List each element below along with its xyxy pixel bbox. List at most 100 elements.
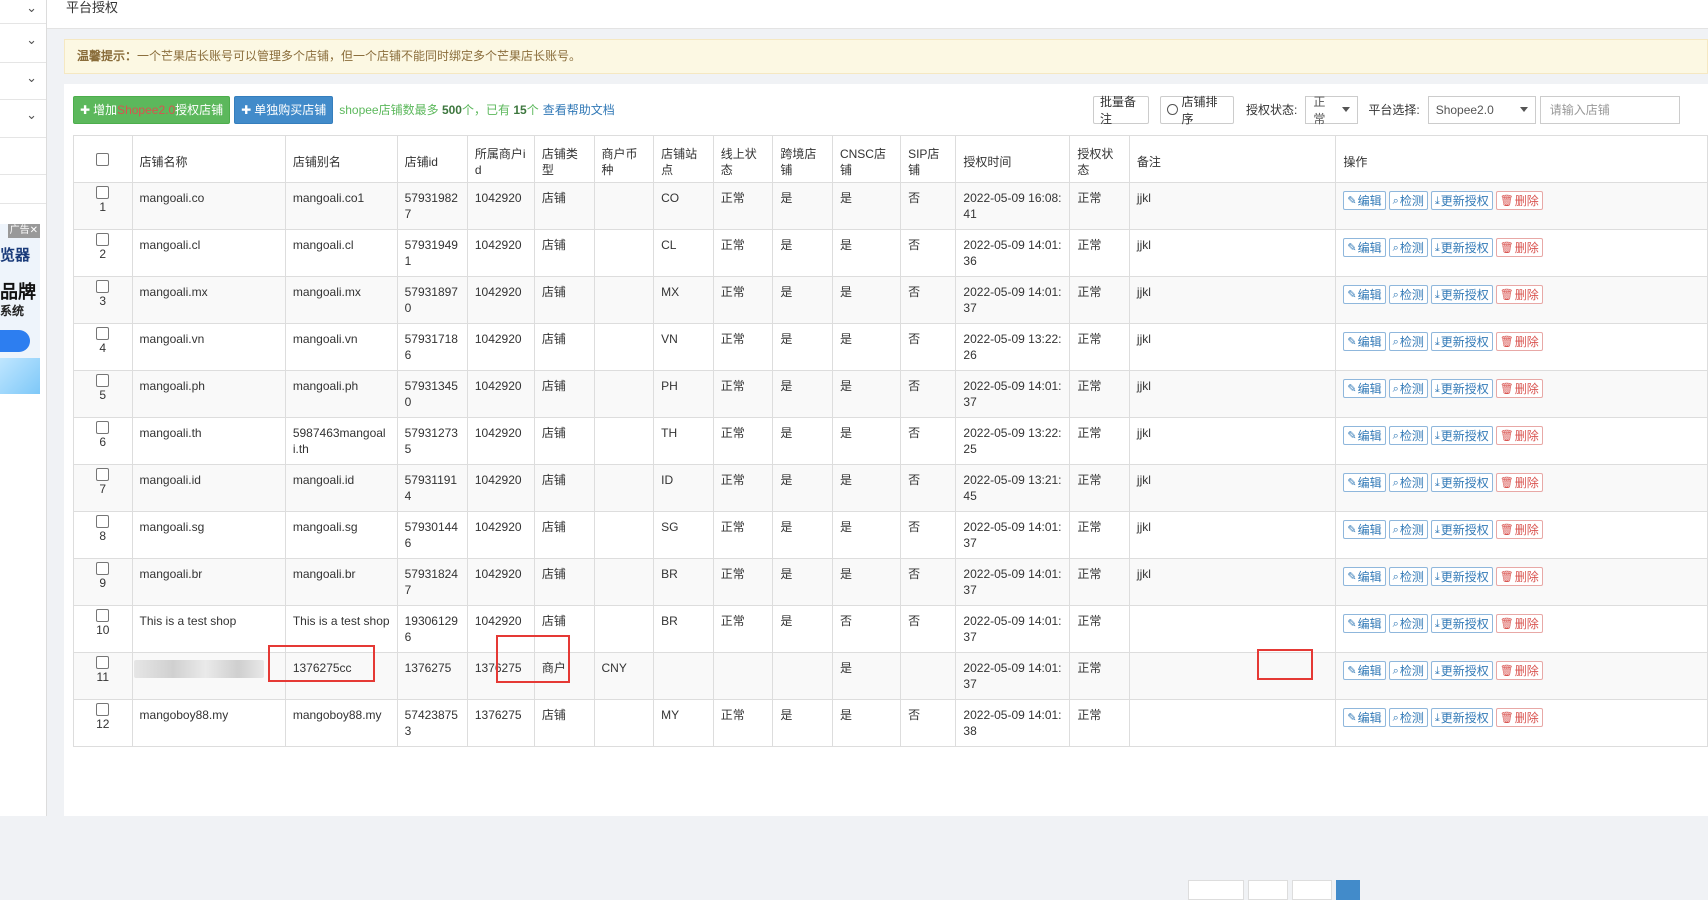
renew-auth-button[interactable]: ⤓ 更新授权: [1430, 520, 1493, 539]
download-icon: ⤓: [1434, 617, 1440, 630]
edit-button[interactable]: ✎ 编辑: [1343, 238, 1386, 257]
delete-button[interactable]: 🗑 删除: [1495, 520, 1543, 539]
delete-button[interactable]: 🗑 删除: [1495, 473, 1543, 492]
cell-sip: 否: [900, 605, 957, 653]
help-doc-link[interactable]: 查看帮助文档: [543, 101, 615, 118]
delete-button[interactable]: 🗑 删除: [1495, 426, 1543, 445]
edit-button[interactable]: ✎ 编辑: [1343, 426, 1386, 445]
renew-auth-button[interactable]: ⤓ 更新授权: [1430, 426, 1493, 445]
row-select-cell: 4: [73, 323, 133, 371]
sidebar-menu-item[interactable]: [0, 138, 46, 175]
breadcrumb[interactable]: 平台授权: [66, 0, 118, 16]
row-checkbox[interactable]: [96, 185, 110, 199]
platform-select[interactable]: Shopee2.0: [1427, 95, 1536, 124]
row-checkbox[interactable]: [96, 232, 110, 246]
row-checkbox[interactable]: [96, 420, 110, 434]
row-checkbox[interactable]: [96, 373, 110, 387]
check-button[interactable]: ⌕ 检测: [1388, 708, 1428, 727]
check-button[interactable]: ⌕ 检测: [1388, 379, 1428, 398]
ad-button[interactable]: [0, 330, 30, 352]
edit-button[interactable]: ✎ 编辑: [1343, 379, 1386, 398]
check-button[interactable]: ⌕ 检测: [1388, 332, 1428, 351]
pagination-item[interactable]: [1248, 880, 1288, 900]
sidebar-menu-item[interactable]: ⌄: [0, 0, 46, 24]
ad-graphic: [0, 358, 40, 394]
row-index: 2: [99, 247, 107, 261]
edit-button[interactable]: ✎ 编辑: [1343, 708, 1386, 727]
row-index: 10: [96, 623, 110, 637]
check-button[interactable]: ⌕ 检测: [1388, 614, 1428, 633]
ad-tag[interactable]: 广告✕: [7, 224, 40, 238]
close-icon[interactable]: ✕: [30, 225, 38, 236]
check-button[interactable]: ⌕ 检测: [1388, 191, 1428, 210]
delete-button[interactable]: 🗑 删除: [1495, 285, 1543, 304]
row-checkbox[interactable]: [96, 279, 110, 293]
cell-cross: [772, 652, 833, 700]
pagination-item[interactable]: [1292, 880, 1332, 900]
row-checkbox[interactable]: [96, 702, 110, 716]
check-button[interactable]: ⌕ 检测: [1388, 426, 1428, 445]
renew-auth-button[interactable]: ⤓ 更新授权: [1430, 661, 1493, 680]
delete-button[interactable]: 🗑 删除: [1495, 191, 1543, 210]
row-checkbox[interactable]: [96, 467, 110, 481]
delete-button[interactable]: 🗑 删除: [1495, 332, 1543, 351]
edit-button[interactable]: ✎ 编辑: [1343, 661, 1386, 680]
delete-button[interactable]: 🗑 删除: [1495, 708, 1543, 727]
buy-shop-button[interactable]: ✚ 单独购买店铺: [234, 95, 334, 124]
row-checkbox[interactable]: [96, 655, 110, 669]
trash-icon: 🗑: [1499, 476, 1514, 489]
blurred-text: [133, 660, 264, 678]
cell-ops: ✎ 编辑 ⌕ 检测 ⤓ 更新授权 🗑 删除: [1335, 276, 1708, 324]
edit-button[interactable]: ✎ 编辑: [1343, 567, 1386, 586]
shop-sort-button[interactable]: 店铺排序: [1160, 95, 1234, 126]
check-button[interactable]: ⌕ 检测: [1388, 520, 1428, 539]
delete-button[interactable]: 🗑 删除: [1495, 379, 1543, 398]
check-button[interactable]: ⌕ 检测: [1388, 285, 1428, 304]
cell-site: TH: [653, 417, 714, 465]
delete-button[interactable]: 🗑 删除: [1495, 567, 1543, 586]
cell-ops: ✎ 编辑 ⌕ 检测 ⤓ 更新授权 🗑 删除: [1335, 464, 1708, 512]
edit-button[interactable]: ✎ 编辑: [1343, 332, 1386, 351]
row-checkbox[interactable]: [96, 608, 110, 622]
sidebar-ad-banner[interactable]: 广告✕ 览器 品牌 系统: [0, 224, 40, 394]
renew-auth-button[interactable]: ⤓ 更新授权: [1430, 238, 1493, 257]
renew-auth-button[interactable]: ⤓ 更新授权: [1430, 473, 1493, 492]
row-checkbox[interactable]: [96, 561, 110, 575]
edit-button[interactable]: ✎ 编辑: [1343, 191, 1386, 210]
renew-auth-button[interactable]: ⤓ 更新授权: [1430, 614, 1493, 633]
edit-button[interactable]: ✎ 编辑: [1343, 285, 1386, 304]
sidebar-menu-item[interactable]: ⌄: [0, 24, 46, 63]
sidebar-menu-item[interactable]: ⌄: [0, 63, 46, 100]
cell-cnsc: 是: [831, 276, 902, 324]
pagination-item[interactable]: [1188, 880, 1244, 900]
check-button[interactable]: ⌕ 检测: [1388, 473, 1428, 492]
shop-search-input[interactable]: 请输入店铺: [1539, 95, 1680, 124]
sidebar-menu-item[interactable]: ⌄: [0, 100, 46, 138]
select-all-checkbox[interactable]: [96, 153, 110, 167]
check-button[interactable]: ⌕ 检测: [1388, 238, 1428, 257]
check-button[interactable]: ⌕ 检测: [1388, 567, 1428, 586]
delete-button[interactable]: 🗑 删除: [1495, 238, 1543, 257]
renew-auth-button[interactable]: ⤓ 更新授权: [1430, 567, 1493, 586]
col-header-id: 店铺id: [396, 135, 468, 183]
renew-auth-button[interactable]: ⤓ 更新授权: [1430, 285, 1493, 304]
add-shop-button[interactable]: ✚ 增加 Shopee2.0 授权店铺: [73, 95, 231, 124]
delete-button[interactable]: 🗑 删除: [1495, 661, 1543, 680]
pagination-current[interactable]: [1336, 880, 1360, 900]
edit-button[interactable]: ✎ 编辑: [1343, 473, 1386, 492]
auth-status-select[interactable]: 正常: [1305, 95, 1359, 126]
cell-note: jjkl: [1128, 464, 1337, 512]
check-button[interactable]: ⌕ 检测: [1388, 661, 1428, 680]
renew-auth-button[interactable]: ⤓ 更新授权: [1430, 332, 1493, 351]
edit-button[interactable]: ✎ 编辑: [1343, 520, 1386, 539]
row-checkbox[interactable]: [96, 326, 110, 340]
batch-note-button[interactable]: 批量备注: [1093, 95, 1149, 126]
delete-button[interactable]: 🗑 删除: [1495, 614, 1543, 633]
renew-auth-button[interactable]: ⤓ 更新授权: [1430, 191, 1493, 210]
renew-auth-button[interactable]: ⤓ 更新授权: [1430, 379, 1493, 398]
row-checkbox[interactable]: [96, 514, 110, 528]
renew-auth-button[interactable]: ⤓ 更新授权: [1430, 708, 1493, 727]
edit-button[interactable]: ✎ 编辑: [1343, 614, 1386, 633]
cell-auth-time: 2022-05-09 14:01:37: [955, 511, 1071, 559]
sidebar-divider: [0, 203, 46, 204]
